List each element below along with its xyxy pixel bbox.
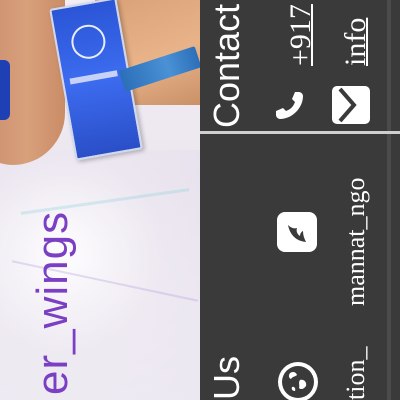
phone-link[interactable]: +917 — [284, 4, 318, 66]
contact-heading: Contact — [206, 3, 247, 128]
screen: er_wings Contact +917 info mannat_ngo Us… — [0, 0, 400, 400]
panel-edge — [387, 0, 391, 400]
contact-panel: Contact +917 info mannat_ngo Us tion_ — [200, 0, 400, 400]
envelope-icon — [332, 86, 370, 124]
photo-sleeve — [0, 60, 10, 120]
social-handle-link[interactable]: mannat_ngo — [341, 177, 371, 306]
bird-logo-icon — [277, 212, 317, 252]
email-link[interactable]: info — [339, 18, 373, 66]
notebook-seal — [68, 22, 109, 62]
section-heading: Us — [206, 356, 247, 400]
section-divider — [200, 131, 400, 134]
website-link[interactable]: tion_ — [341, 347, 371, 400]
photo-caption: er_wings — [28, 210, 77, 395]
phone-icon — [270, 86, 310, 126]
notebook-band — [69, 70, 118, 85]
globe-icon — [278, 362, 318, 400]
hero-photo: er_wings — [0, 0, 200, 400]
